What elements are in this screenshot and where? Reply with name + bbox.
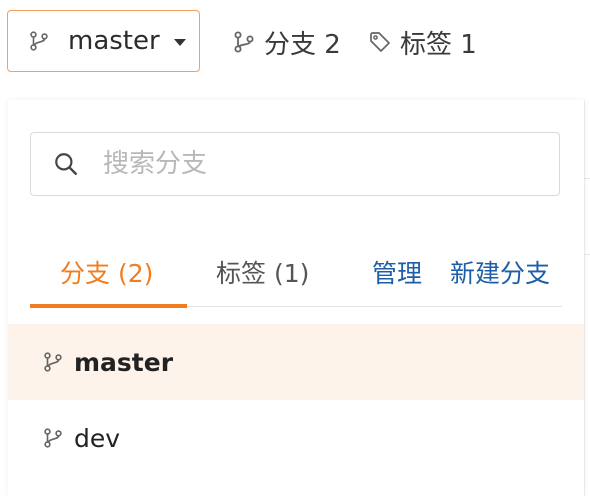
branch-count-link[interactable]: 分支 2: [232, 22, 341, 62]
list-item[interactable]: dev: [8, 400, 584, 476]
current-branch-label: master: [68, 26, 160, 56]
dropdown-tabs: 分支 (2) 标签 (1) 管理 新建分支: [30, 240, 562, 308]
branch-search-box[interactable]: [30, 132, 560, 196]
tab-branches[interactable]: 分支 (2): [60, 254, 153, 290]
new-branch-link[interactable]: 新建分支: [450, 254, 550, 290]
page-divider: [584, 254, 590, 255]
tag-icon: [370, 32, 390, 52]
branch-name: master: [74, 347, 174, 377]
git-branch-icon: [30, 31, 48, 51]
chevron-down-icon: [173, 38, 186, 46]
manage-link[interactable]: 管理: [372, 254, 422, 290]
search-icon: [55, 153, 77, 175]
active-tab-indicator: [30, 304, 187, 308]
page-divider: [584, 100, 585, 496]
search-input[interactable]: [101, 148, 525, 180]
branch-list: master dev: [8, 324, 584, 476]
git-branch-icon: [44, 428, 62, 448]
branch-name: dev: [74, 423, 121, 453]
branch-count-label: 分支 2: [264, 29, 341, 60]
tab-tags[interactable]: 标签 (1): [216, 254, 309, 290]
git-branch-icon: [44, 352, 62, 372]
tag-count-link[interactable]: 标签 1: [368, 22, 477, 62]
list-item[interactable]: master: [8, 324, 584, 400]
page-divider: [584, 178, 590, 179]
branch-selector-button[interactable]: master: [7, 10, 200, 72]
branch-dropdown-panel: 分支 (2) 标签 (1) 管理 新建分支 master dev: [8, 100, 584, 496]
tag-count-label: 标签 1: [400, 29, 477, 60]
git-branch-icon: [234, 31, 254, 53]
